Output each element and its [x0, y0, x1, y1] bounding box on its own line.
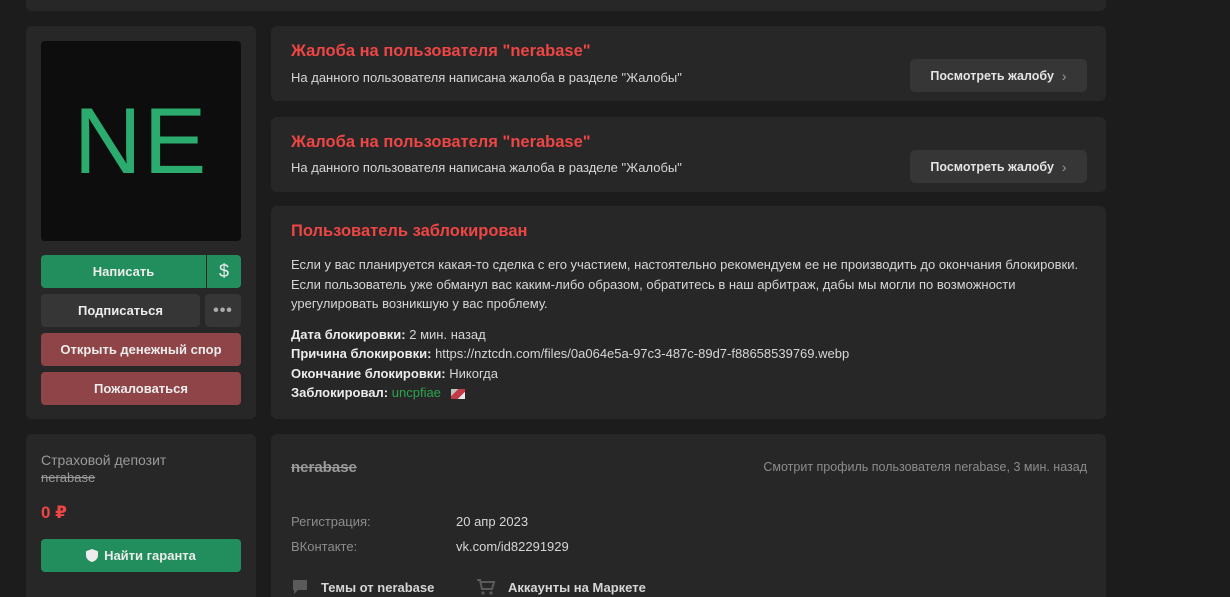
ban-moderator-link[interactable]: uncpfiae	[392, 385, 441, 400]
user-topics-label: Темы от nerabase	[321, 579, 435, 595]
send-money-button[interactable]: $	[207, 255, 241, 288]
vk-label: ВКонтакте:	[291, 539, 358, 554]
profile-username: nerabase	[291, 459, 357, 476]
chevron-right-icon: ›	[1061, 67, 1067, 84]
cart-icon	[477, 579, 496, 595]
top-card-remnant	[26, 0, 1106, 11]
ban-reason-row: Причина блокировки: https://nztcdn.com/f…	[291, 346, 849, 361]
ban-reason-label: Причина блокировки:	[291, 346, 432, 361]
vk-link[interactable]: vk.com/id82291929	[456, 539, 569, 554]
registration-label: Регистрация:	[291, 514, 371, 529]
registration-value: 20 апр 2023	[456, 514, 529, 529]
market-accounts-label: Аккаунты на Маркете	[508, 579, 646, 595]
subscribe-button[interactable]: Подписаться	[41, 294, 200, 327]
view-complaint-label: Посмотреть жалобу	[930, 159, 1054, 174]
moderator-badge-icon	[450, 388, 465, 399]
avatar[interactable]: NE	[41, 41, 241, 241]
complaint-card: Жалоба на пользователя "nerabase" На дан…	[271, 26, 1106, 101]
market-accounts-link[interactable]: Аккаунты на Маркете	[476, 578, 646, 596]
shield-icon	[86, 549, 99, 562]
ban-by-row: Заблокировал: uncpfiae	[291, 385, 465, 400]
ban-date-row: Дата блокировки: 2 мин. назад	[291, 327, 486, 342]
find-guarantor-button[interactable]: Найти гаранта	[41, 539, 241, 572]
ban-description: Если у вас планируется какая-то сделка с…	[291, 257, 1079, 311]
complaint-title: Жалоба на пользователя "nerabase"	[291, 42, 591, 60]
user-topics-link[interactable]: Темы от nerabase	[291, 578, 434, 596]
view-complaint-button[interactable]: Посмотреть жалобу ›	[910, 59, 1087, 92]
ban-notice-card: Пользователь заблокирован Если у вас пла…	[271, 206, 1106, 419]
ban-end-row: Окончание блокировки: Никогда	[291, 366, 498, 381]
ban-reason-value[interactable]: https://nztcdn.com/files/0a064e5a-97c3-4…	[435, 346, 849, 361]
view-complaint-button[interactable]: Посмотреть жалобу ›	[910, 150, 1087, 183]
profile-sidebar-card: NE Написать $ Подписаться ••• Открыть де…	[26, 26, 256, 419]
deposit-label: Страховой депозит	[41, 452, 167, 468]
report-button[interactable]: Пожаловаться	[41, 372, 241, 405]
find-guarantor-label: Найти гаранта	[104, 548, 196, 563]
profile-info-card: nerabase Смотрит профиль пользователя ne…	[271, 434, 1106, 597]
viewing-status: Смотрит профиль пользователя nerabase, 3…	[763, 460, 1087, 474]
write-message-button[interactable]: Написать	[41, 255, 206, 288]
deposit-username: nerabase	[41, 470, 96, 485]
deposit-amount: 0 ₽	[41, 503, 68, 522]
ban-by-label: Заблокировал:	[291, 385, 389, 400]
complaint-title: Жалоба на пользователя "nerabase"	[291, 133, 591, 151]
speech-bubble-icon	[293, 580, 307, 594]
complaint-card: Жалоба на пользователя "nerabase" На дан…	[271, 117, 1106, 192]
chevron-right-icon: ›	[1061, 158, 1067, 175]
ban-title: Пользователь заблокирован	[291, 222, 528, 240]
complaint-text: На данного пользователя написана жалоба …	[291, 70, 682, 85]
insurance-deposit-card: Страховой депозит nerabase 0 ₽ Найти гар…	[26, 434, 256, 597]
view-complaint-label: Посмотреть жалобу	[930, 68, 1054, 83]
complaint-text: На данного пользователя написана жалоба …	[291, 160, 682, 175]
ban-date-value: 2 мин. назад	[409, 327, 486, 342]
ban-end-value: Никогда	[449, 366, 498, 381]
more-options-button[interactable]: •••	[205, 294, 241, 327]
open-dispute-button[interactable]: Открыть денежный спор	[41, 333, 241, 366]
ban-date-label: Дата блокировки:	[291, 327, 406, 342]
ban-end-label: Окончание блокировки:	[291, 366, 446, 381]
